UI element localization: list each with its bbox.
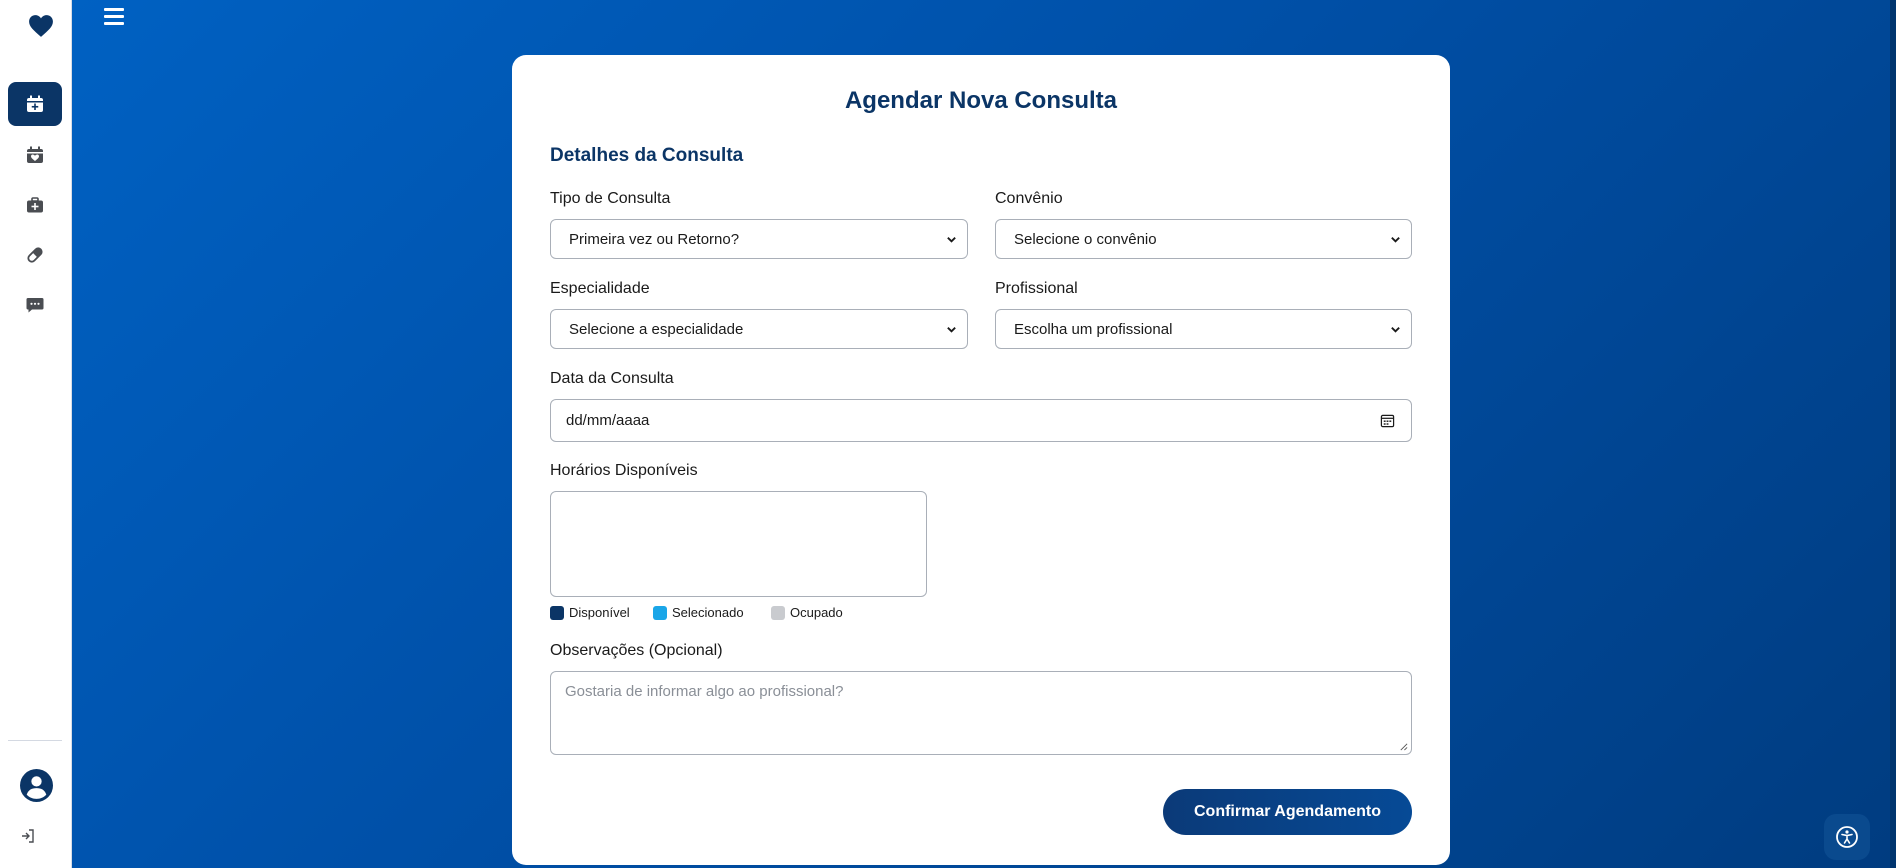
legend-label-occupied: Ocupado: [790, 605, 843, 620]
chevron-down-icon: [947, 237, 956, 243]
medical-kit-icon: [27, 197, 43, 213]
user-avatar-icon[interactable]: [20, 769, 53, 802]
legend-occupied: Ocupado: [771, 605, 843, 620]
logout-icon[interactable]: [20, 828, 36, 844]
legend-swatch-selected: [653, 605, 667, 620]
observacoes-placeholder: Gostaria de informar algo ao profissiona…: [565, 683, 844, 700]
observacoes-textarea[interactable]: Gostaria de informar algo ao profissiona…: [550, 671, 1412, 755]
legend-swatch-available: [550, 605, 564, 620]
tipo-consulta-select[interactable]: Primeira vez ou Retorno?: [550, 219, 968, 259]
convenio-label: Convênio: [995, 190, 1063, 207]
confirm-appointment-button[interactable]: Confirmar Agendamento: [1163, 789, 1412, 835]
calendar-picker-icon[interactable]: [1380, 413, 1395, 428]
tipo-consulta-label: Tipo de Consulta: [550, 190, 671, 207]
sidebar-item-appointments[interactable]: [8, 133, 62, 177]
sidebar-item-messages[interactable]: [8, 283, 62, 327]
time-slots-grid[interactable]: [550, 491, 927, 597]
accessibility-icon: [1836, 826, 1858, 848]
especialidade-label: Especialidade: [550, 280, 650, 297]
observacoes-label: Observações (Opcional): [550, 642, 723, 659]
sidebar-item-medications[interactable]: [8, 233, 62, 277]
convenio-value: Selecione o convênio: [1014, 230, 1157, 248]
chat-message-icon: [26, 298, 44, 313]
data-consulta-placeholder: dd/mm/aaaa: [566, 412, 650, 429]
sidebar-item-new-appointment[interactable]: [8, 82, 62, 126]
sidebar-divider: [8, 740, 62, 741]
legend-swatch-occupied: [771, 605, 785, 620]
page-title: Agendar Nova Consulta: [844, 87, 1118, 114]
heart-logo-icon: [29, 15, 53, 37]
legend-available: Disponível: [550, 605, 630, 620]
profissional-label: Profissional: [995, 280, 1078, 297]
accessibility-button[interactable]: [1824, 814, 1870, 860]
profissional-value: Escolha um profissional: [1014, 320, 1173, 338]
legend-label-available: Disponível: [569, 605, 630, 620]
sidebar: [0, 0, 72, 868]
data-consulta-label: Data da Consulta: [550, 370, 674, 387]
legend-selected: Selecionado: [653, 605, 744, 620]
tipo-consulta-value: Primeira vez ou Retorno?: [569, 230, 740, 248]
data-consulta-input[interactable]: dd/mm/aaaa: [550, 399, 1412, 442]
chevron-down-icon: [947, 327, 956, 333]
pill-icon: [27, 247, 43, 263]
convenio-select[interactable]: Selecione o convênio: [995, 219, 1412, 259]
profissional-select[interactable]: Escolha um profissional: [995, 309, 1412, 349]
horarios-label: Horários Disponíveis: [550, 462, 698, 479]
calendar-plus-icon: [27, 95, 43, 112]
window-scrollbar[interactable]: [1890, 0, 1896, 868]
resize-grip-icon[interactable]: [1399, 742, 1408, 751]
especialidade-value: Selecione a especialidade: [569, 320, 744, 338]
calendar-heart-icon: [27, 146, 43, 163]
chevron-down-icon: [1391, 327, 1400, 333]
chevron-down-icon: [1391, 237, 1400, 243]
especialidade-select[interactable]: Selecione a especialidade: [550, 309, 968, 349]
menu-hamburger-icon[interactable]: [104, 8, 124, 26]
appointment-form-card: Agendar Nova Consulta Detalhes da Consul…: [512, 55, 1450, 865]
sidebar-item-medical[interactable]: [8, 183, 62, 227]
legend-label-selected: Selecionado: [672, 605, 744, 620]
section-title: Detalhes da Consulta: [550, 145, 744, 166]
